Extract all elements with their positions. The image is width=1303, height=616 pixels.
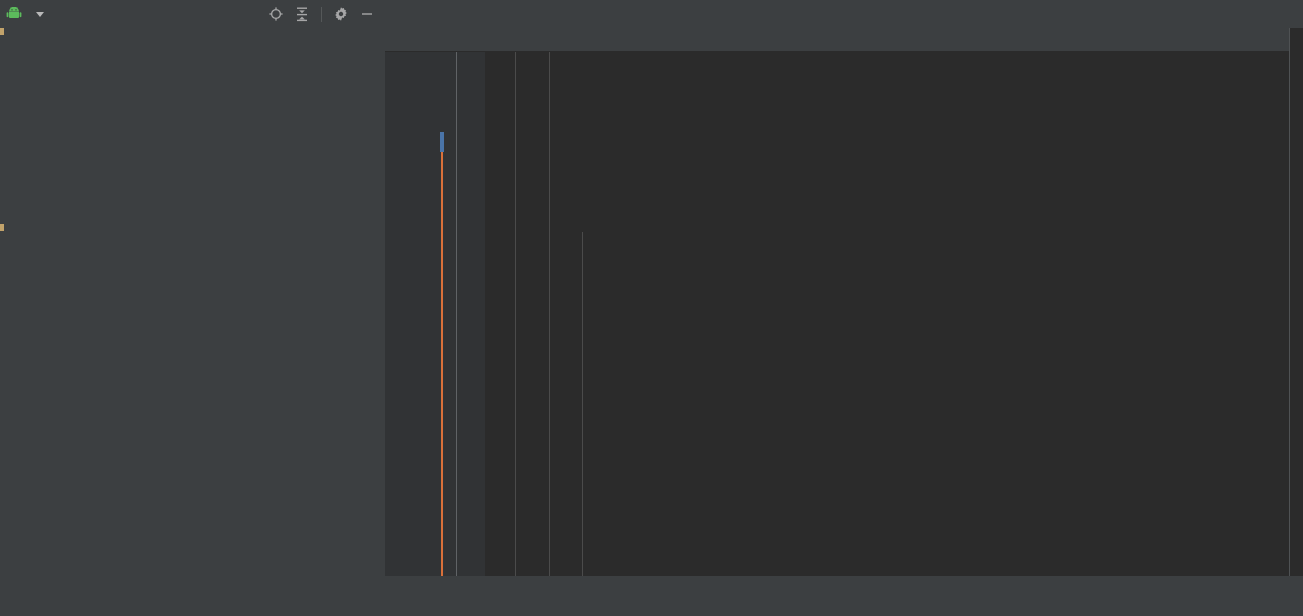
line-number-gutter bbox=[385, 52, 440, 576]
status-bar-right bbox=[385, 576, 1303, 616]
chevron-down-icon[interactable] bbox=[36, 11, 44, 17]
minimap-strip bbox=[385, 562, 1303, 576]
status-bar-left bbox=[0, 576, 385, 616]
fold-gutter bbox=[440, 52, 485, 576]
collapse-all-icon[interactable] bbox=[292, 4, 312, 24]
gear-settings-icon[interactable] bbox=[331, 4, 351, 24]
indent-guide bbox=[515, 52, 516, 576]
android-studio-window bbox=[0, 0, 1303, 616]
editor-scrollbar[interactable] bbox=[1289, 28, 1303, 576]
modified-lines-bar bbox=[441, 152, 443, 576]
change-marker[interactable] bbox=[440, 132, 444, 152]
editor-tab-bar bbox=[385, 0, 1303, 28]
toolbar-divider bbox=[321, 6, 322, 22]
code-editor bbox=[385, 28, 1289, 576]
code-canvas[interactable] bbox=[385, 52, 1289, 576]
main-body bbox=[0, 28, 1303, 576]
project-tree bbox=[4, 28, 385, 576]
fold-rail-line bbox=[456, 52, 457, 576]
indent-guide bbox=[582, 232, 583, 576]
editor-top-strip bbox=[385, 28, 1289, 52]
project-panel-header bbox=[0, 0, 385, 28]
top-region bbox=[0, 0, 1303, 28]
scrollbar-divider bbox=[1289, 28, 1290, 576]
status-bar bbox=[0, 576, 1303, 616]
minimize-icon[interactable] bbox=[357, 4, 377, 24]
indent-guide bbox=[549, 52, 550, 576]
target-locate-icon[interactable] bbox=[266, 4, 286, 24]
android-robot-icon bbox=[6, 7, 22, 21]
